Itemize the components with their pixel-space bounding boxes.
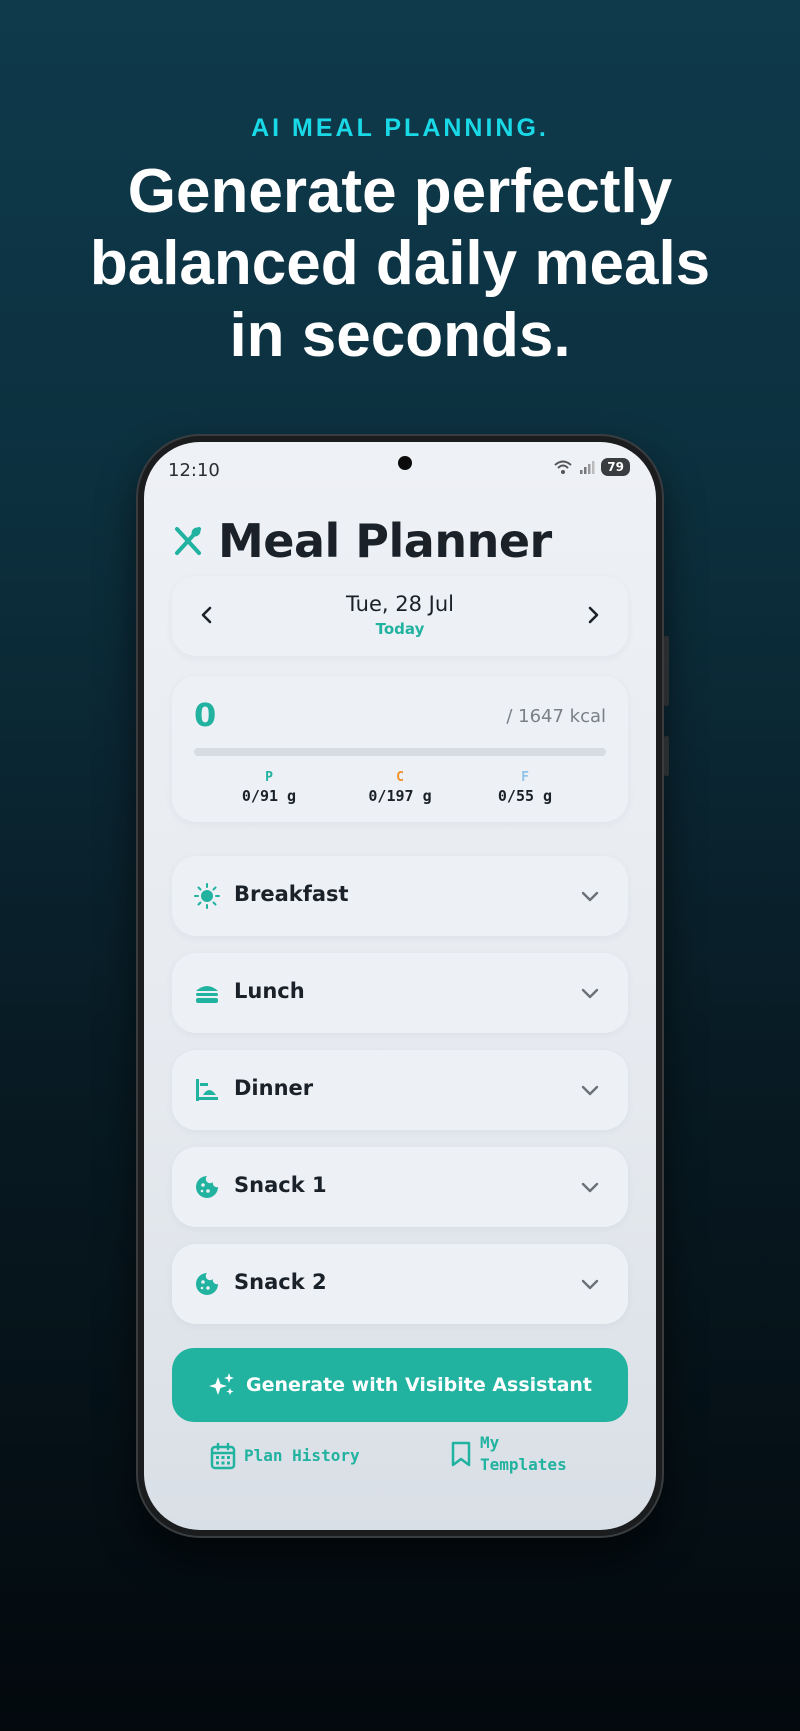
macro-value: 0/55 g xyxy=(497,787,553,805)
front-camera xyxy=(398,456,412,470)
meal-label: Dinner xyxy=(234,1076,314,1100)
calories-consumed: 0 xyxy=(194,696,217,734)
macro-value: 0/91 g xyxy=(241,787,297,805)
cookie-icon xyxy=(196,1176,218,1198)
cookie-icon xyxy=(196,1273,218,1295)
selected-date: Tue, 28 Jul xyxy=(346,592,454,616)
meal-label: Lunch xyxy=(234,979,305,1003)
meal-label: Breakfast xyxy=(234,882,349,906)
headline-line-2: balanced daily meals xyxy=(89,229,711,298)
chevron-down-icon xyxy=(581,988,599,999)
macro-letter: F xyxy=(521,770,529,785)
calorie-goal: / 1647 kcal xyxy=(506,706,606,727)
chevron-right-icon xyxy=(588,606,599,624)
app-screen: 12:10 79 Meal Planner Tue, 28 Jul Today … xyxy=(144,442,656,1530)
meal-section-breakfast[interactable]: Breakfast xyxy=(172,856,628,936)
headline-line-3: in seconds. xyxy=(229,301,571,370)
generate-plan-label: Generate with Visibite Assistant xyxy=(245,1374,593,1396)
generate-plan-button[interactable]: Generate with Visibite Assistant xyxy=(172,1348,628,1422)
sun-icon xyxy=(194,883,220,909)
calorie-summary-card: 0 / 1647 kcal P 0/91 g C 0/197 g F 0/55 … xyxy=(172,676,628,822)
my-templates-link[interactable]: My Templates xyxy=(450,1432,567,1476)
volume-button xyxy=(664,636,669,706)
page-title: Meal Planner xyxy=(218,514,552,568)
phone-frame: 12:10 79 Meal Planner Tue, 28 Jul Today … xyxy=(138,436,669,1536)
macro-letter: C xyxy=(396,770,404,785)
date-navigator: Tue, 28 Jul Today xyxy=(172,576,628,656)
my-templates-label: My Templates xyxy=(480,1432,567,1476)
chevron-down-icon xyxy=(581,1182,599,1193)
sparkles-icon xyxy=(208,1373,234,1395)
app-header: Meal Planner xyxy=(172,514,552,568)
my-templates-label-line-1: My xyxy=(480,1433,500,1452)
battery-badge: 79 xyxy=(601,458,630,476)
promo-tagline: AI MEAL PLANNING. xyxy=(251,114,549,142)
my-templates-label-line-2: Templates xyxy=(480,1455,567,1474)
macro-value: 0/197 g xyxy=(368,787,432,805)
wifi-icon xyxy=(554,460,572,474)
next-day-button[interactable] xyxy=(578,600,608,630)
macro-protein: P 0/91 g xyxy=(214,770,324,805)
power-button xyxy=(664,736,669,776)
headline-line-1: Generate perfectly xyxy=(127,157,673,226)
bookmark-icon xyxy=(451,1441,471,1467)
signal-icon xyxy=(580,461,595,474)
calorie-progress-bar xyxy=(194,748,606,756)
promo-headline: Generate perfectly balanced daily meals … xyxy=(0,156,800,372)
relative-date-label: Today xyxy=(375,620,425,638)
meal-section-snack-2[interactable]: Snack 2 xyxy=(172,1244,628,1324)
chevron-down-icon xyxy=(581,1085,599,1096)
plan-history-label: Plan History xyxy=(244,1446,360,1465)
meal-label: Snack 1 xyxy=(234,1173,327,1197)
chevron-down-icon xyxy=(581,1279,599,1290)
meal-section-lunch[interactable]: Lunch xyxy=(172,953,628,1033)
status-icons: 79 xyxy=(553,458,630,476)
status-time: 12:10 xyxy=(168,460,220,481)
macro-carbs: C 0/197 g xyxy=(345,770,455,805)
meal-label: Snack 2 xyxy=(234,1270,327,1294)
plan-history-link[interactable]: Plan History xyxy=(210,1442,360,1470)
meal-section-dinner[interactable]: Dinner xyxy=(172,1050,628,1130)
macro-fat: F 0/55 g xyxy=(470,770,580,805)
meal-section-snack-1[interactable]: Snack 1 xyxy=(172,1147,628,1227)
calendar-icon xyxy=(210,1442,236,1470)
burger-icon xyxy=(196,986,218,1003)
chevron-down-icon xyxy=(581,891,599,902)
dinner-table-icon xyxy=(196,1079,218,1101)
fork-knife-icon xyxy=(175,527,201,555)
macro-letter: P xyxy=(265,770,273,785)
